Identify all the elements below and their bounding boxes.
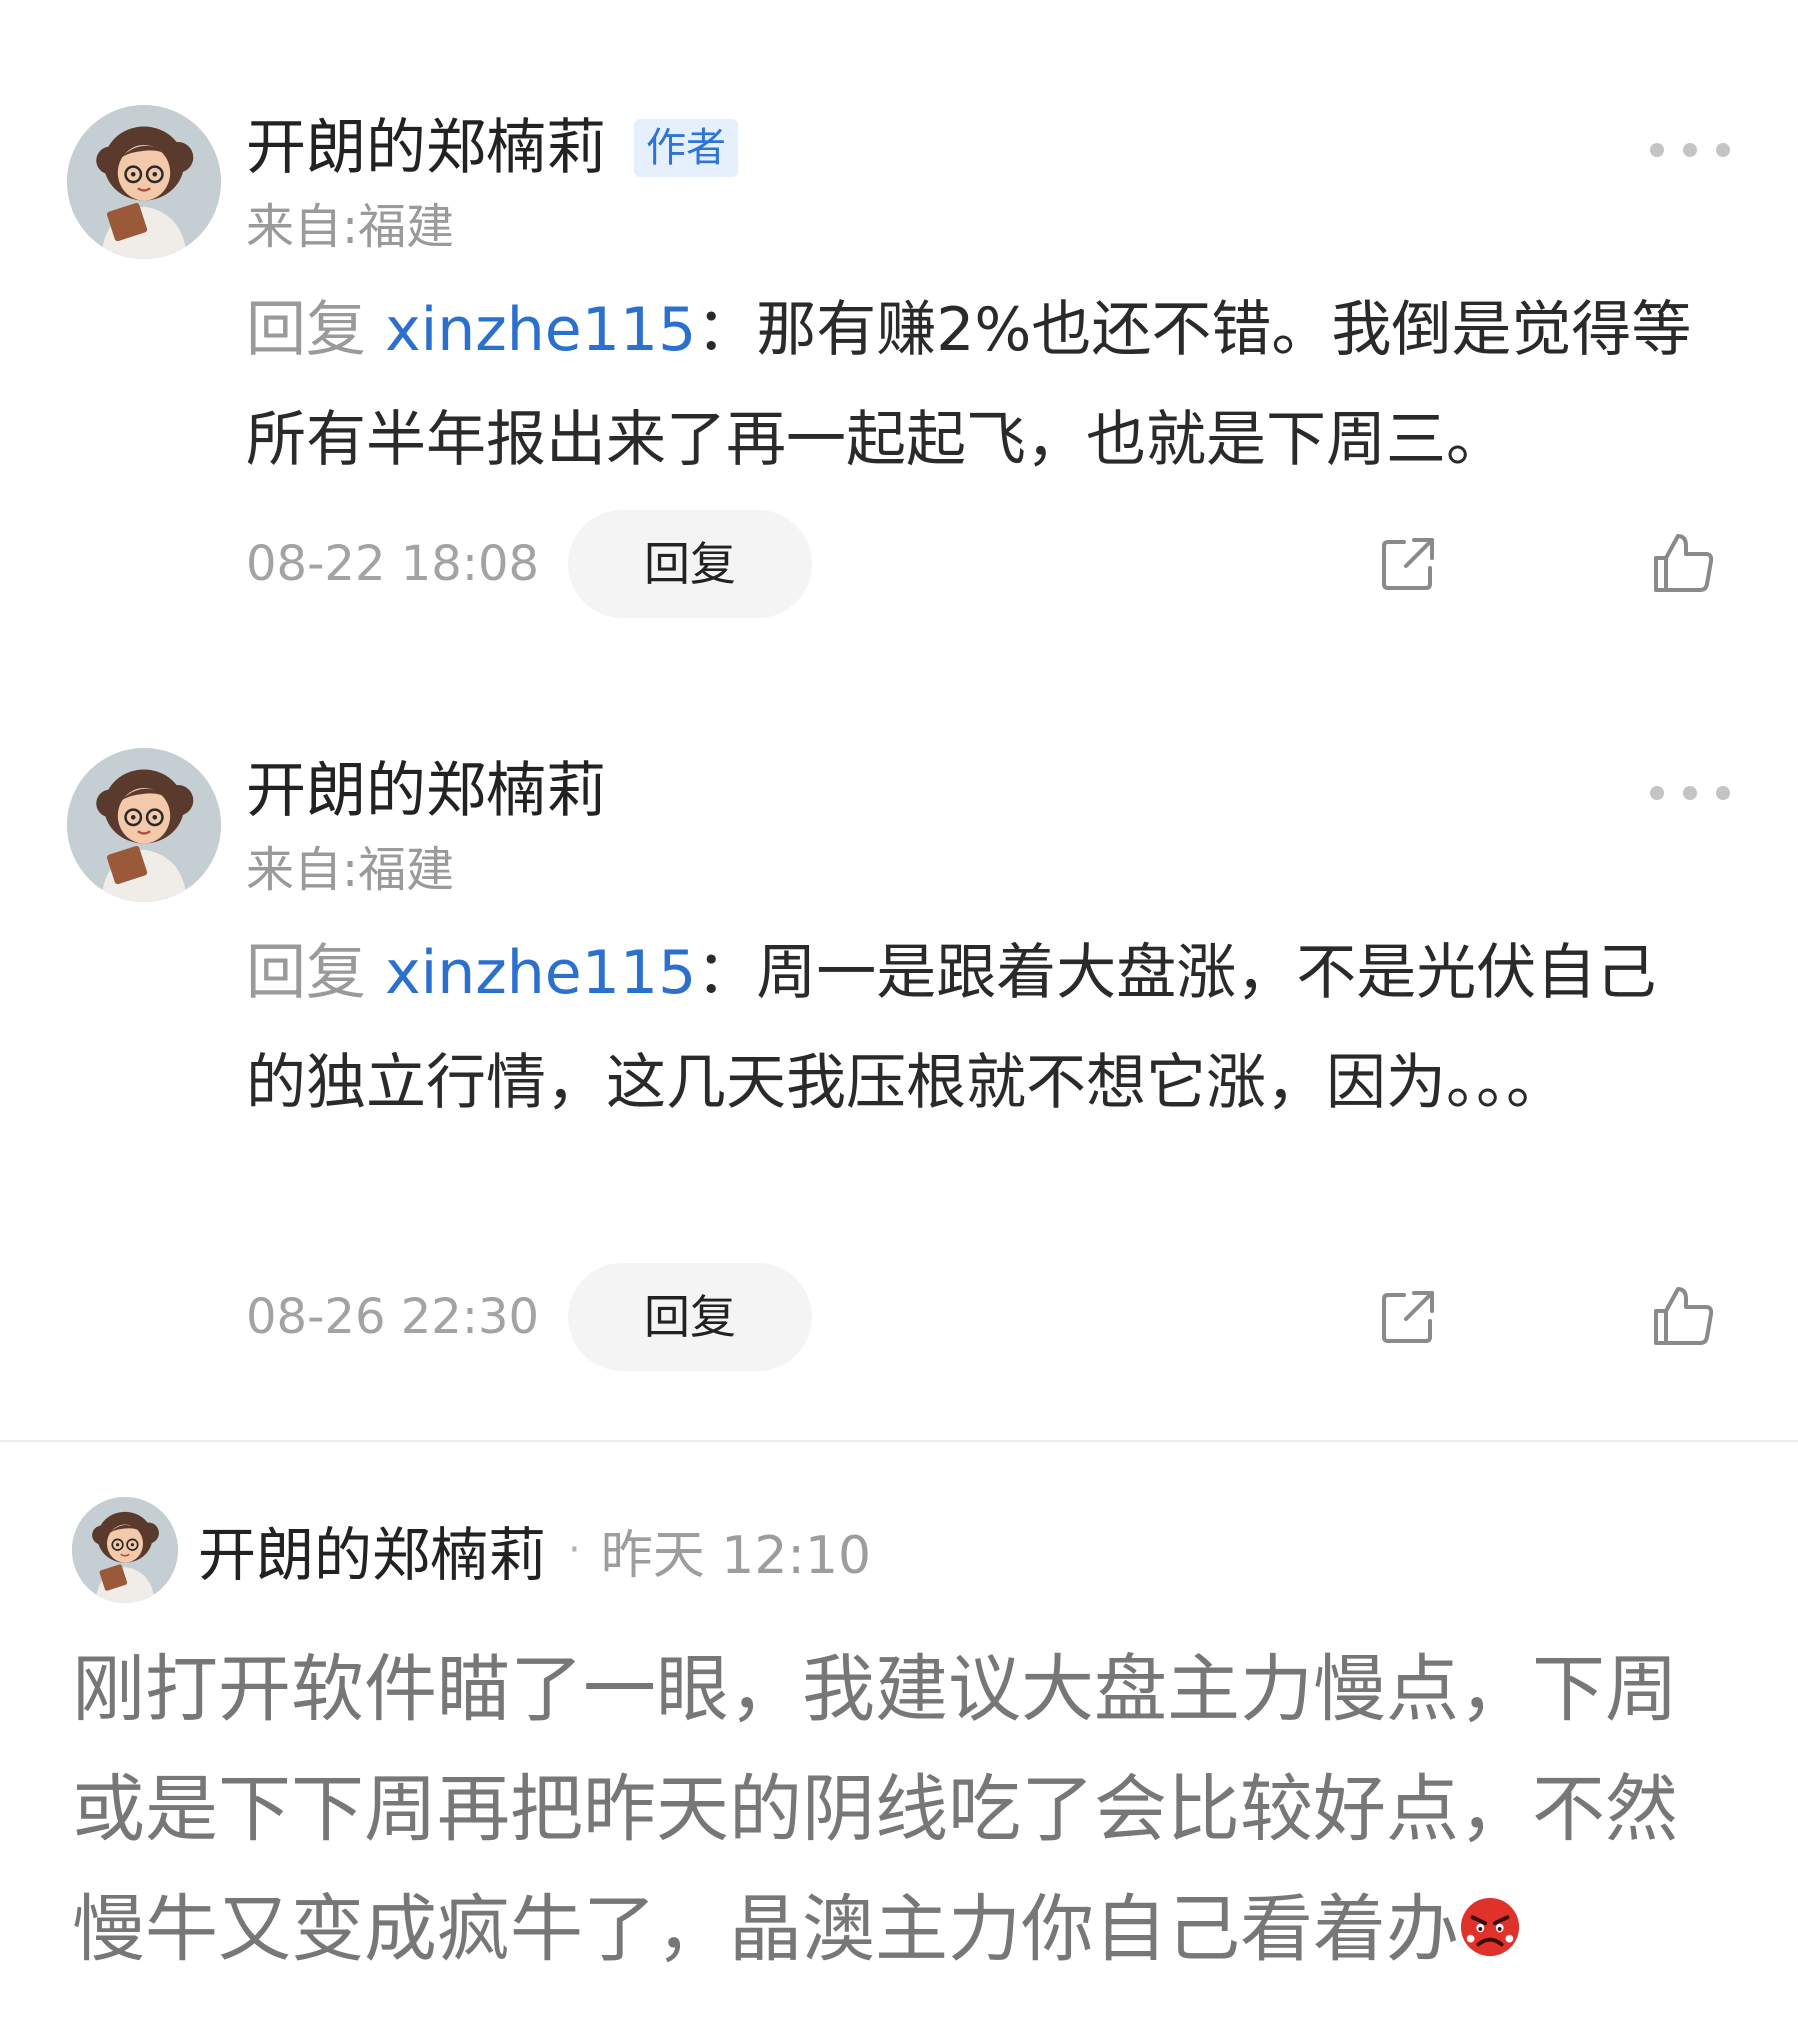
share-icon[interactable]: [1376, 532, 1440, 596]
dot: [1716, 143, 1730, 157]
user-avatar-illustration: [72, 1497, 178, 1603]
section-divider: [0, 1440, 1798, 1442]
share-icon[interactable]: [1376, 1285, 1440, 1349]
dot: [1716, 786, 1730, 800]
user-avatar-illustration: [67, 748, 221, 902]
avatar[interactable]: [72, 1497, 178, 1603]
post-username[interactable]: 开朗的郑楠莉: [198, 1508, 546, 1592]
comment-header: 开朗的郑楠莉: [246, 751, 606, 831]
author-badge: 作者: [634, 119, 738, 177]
reply-button[interactable]: 回复: [568, 510, 812, 618]
comment-header: 开朗的郑楠莉 作者: [246, 108, 738, 188]
thumbs-up-icon[interactable]: [1650, 530, 1716, 596]
location-label: 来自:福建: [246, 199, 455, 255]
post-timestamp: 昨天 12:10: [600, 1525, 872, 1586]
mention-link[interactable]: xinzhe115: [385, 295, 696, 365]
avatar[interactable]: [67, 748, 221, 902]
angry-face-emoji-icon: [1459, 1896, 1521, 1958]
user-avatar-illustration: [67, 105, 221, 259]
thumbs-up-icon[interactable]: [1650, 1283, 1716, 1349]
dot: [1650, 143, 1664, 157]
avatar[interactable]: [67, 105, 221, 259]
dot: [1683, 143, 1697, 157]
username[interactable]: 开朗的郑楠莉: [246, 751, 606, 831]
location-label: 来自:福建: [246, 842, 455, 898]
reply-prefix: 回复: [246, 295, 366, 365]
comment-footer: 08-26 22:30 回复: [246, 1263, 1746, 1371]
timestamp: 08-26 22:30: [246, 1289, 540, 1345]
separator-dot: ·: [568, 1527, 581, 1573]
dot: [1683, 786, 1697, 800]
timestamp: 08-22 18:08: [246, 536, 540, 592]
comment-footer: 08-22 18:08 回复: [246, 510, 1746, 618]
username[interactable]: 开朗的郑楠莉: [246, 108, 606, 188]
mention-link[interactable]: xinzhe115: [385, 938, 696, 1008]
dot: [1650, 786, 1664, 800]
comment-text: 回复 xinzhe115：那有赚2%也还不错。我倒是觉得等所有半年报出来了再一起…: [246, 275, 1716, 495]
more-dots-icon[interactable]: [1650, 773, 1730, 813]
post-text: 刚打开软件瞄了一眼，我建议大盘主力慢点，下周或是下下周再把昨天的阴线吃了会比较好…: [72, 1647, 1678, 1972]
more-dots-icon[interactable]: [1650, 130, 1730, 170]
reply-button[interactable]: 回复: [568, 1263, 812, 1371]
comment-text: 回复 xinzhe115：周一是跟着大盘涨，不是光伏自己的独立行情，这几天我压根…: [246, 918, 1666, 1138]
post-content[interactable]: 刚打开软件瞄了一眼，我建议大盘主力慢点，下周或是下下周再把昨天的阴线吃了会比较好…: [72, 1630, 1732, 1990]
post-header: 开朗的郑楠莉 · 昨天 12:10: [72, 1495, 871, 1605]
reply-prefix: 回复: [246, 938, 366, 1008]
